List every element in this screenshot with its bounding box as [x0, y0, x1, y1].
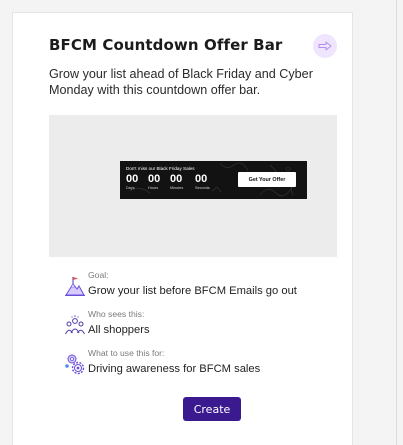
offer-cta-button: Get Your Offer — [238, 172, 296, 187]
next-button[interactable] — [313, 34, 337, 58]
counter-hours: 00 Hours — [148, 173, 166, 190]
preview-area: Don't miss our Black Friday Sales 00 Day… — [49, 115, 337, 257]
offer-headline: Don't miss our Black Friday Sales — [126, 166, 195, 171]
counter-value: 00 — [148, 173, 161, 185]
counter-value: 00 — [195, 173, 208, 185]
counter-minutes: 00 Minutes — [170, 173, 188, 190]
detail-label: What to use this for: — [88, 348, 165, 358]
counter-unit: Hours — [148, 186, 159, 190]
create-button[interactable]: Create — [183, 397, 241, 421]
detail-label: Who sees this: — [88, 309, 145, 319]
gears-icon — [65, 354, 85, 375]
counter-unit: Seconds — [195, 186, 210, 190]
mountain-flag-icon — [65, 277, 85, 296]
divider — [396, 0, 397, 445]
counter-seconds: 00 Seconds — [195, 173, 213, 190]
countdown-offer-bar: Don't miss our Black Friday Sales 00 Day… — [120, 161, 307, 199]
detail-value: Driving awareness for BFCM sales — [88, 363, 261, 375]
card-description: Grow your list ahead of Black Friday and… — [49, 67, 313, 97]
detail-value: Grow your list before BFCM Emails go out — [88, 285, 297, 297]
card-header: BFCM Countdown Offer Bar — [49, 28, 337, 66]
counter-days: 00 Days — [126, 173, 144, 190]
detail-use-case: What to use this for: Driving awareness … — [65, 348, 328, 377]
people-group-icon — [65, 315, 85, 335]
detail-label: Goal: — [88, 270, 109, 280]
detail-value: All shoppers — [88, 324, 150, 336]
detail-goal: Goal: Grow your list before BFCM Emails … — [65, 270, 328, 299]
counter-unit: Minutes — [170, 186, 184, 190]
counter-unit: Days — [126, 186, 135, 190]
counter-value: 00 — [170, 173, 183, 185]
counter-value: 00 — [126, 173, 139, 185]
detail-audience: Who sees this: All shoppers — [65, 309, 328, 338]
arrow-right-icon — [318, 41, 332, 51]
card-title: BFCM Countdown Offer Bar — [49, 36, 283, 54]
